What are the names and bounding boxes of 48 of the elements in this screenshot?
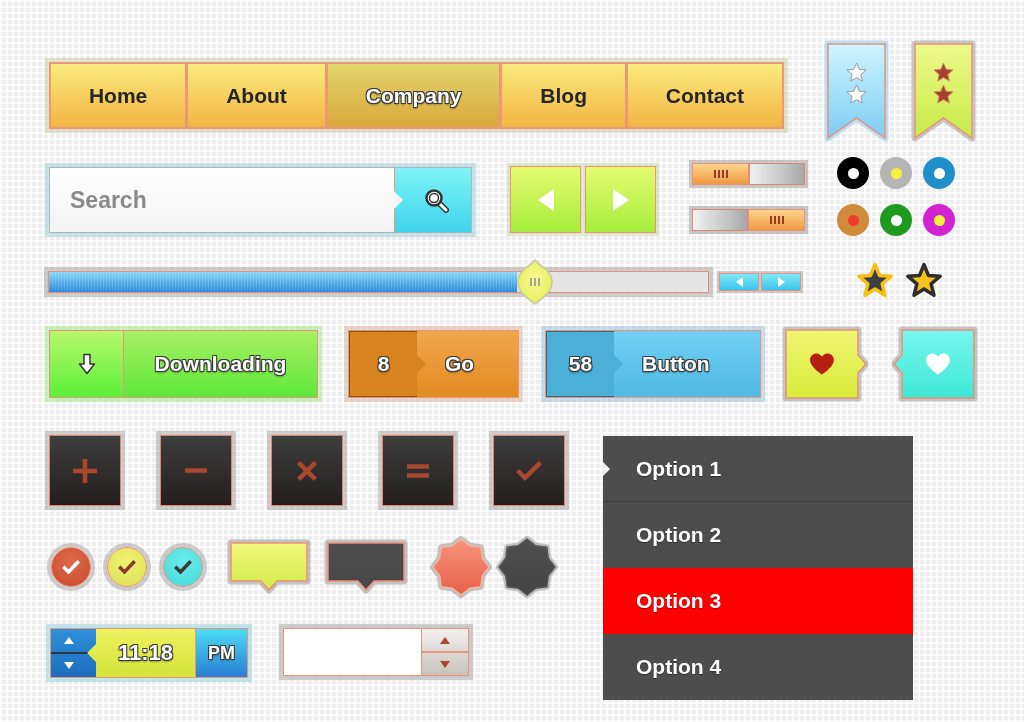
minus-button[interactable]	[160, 435, 232, 506]
number-field[interactable]	[284, 629, 421, 675]
toggle-switch[interactable]	[692, 163, 805, 185]
heart-button[interactable]	[782, 326, 868, 402]
starburst-icon	[429, 535, 493, 599]
left-triangle-icon	[735, 277, 743, 287]
right-triangle-icon	[612, 188, 629, 211]
down-arrow-icon	[77, 353, 96, 375]
menu-item[interactable]: Option 4	[603, 634, 913, 700]
nav-tab[interactable]: About	[185, 64, 325, 127]
search-bar[interactable]: Search	[49, 167, 472, 233]
plus-button[interactable]	[49, 435, 121, 506]
down-triangle-icon	[440, 660, 450, 668]
nav-tab[interactable]: Home	[51, 64, 186, 127]
up-triangle-icon	[64, 637, 74, 644]
menu-item[interactable]: Option 1	[603, 436, 913, 502]
nav-tab[interactable]: Contact	[624, 64, 782, 127]
nav-tab[interactable]: Blog	[499, 64, 625, 127]
equals-icon	[407, 463, 429, 478]
star-icon	[905, 262, 943, 298]
round-checkbox[interactable]	[51, 547, 91, 587]
menu-item[interactable]: Option 2	[603, 502, 913, 568]
toggle-switch[interactable]	[692, 209, 805, 231]
search-button[interactable]	[394, 168, 471, 232]
menu-item[interactable]: Option 3	[603, 568, 913, 634]
down-triangle-icon	[64, 662, 74, 669]
equals-button[interactable]	[382, 435, 454, 506]
left-triangle-icon	[537, 188, 554, 211]
grip-icon	[713, 170, 728, 178]
slider-thumb[interactable]	[516, 259, 553, 305]
count-badge: 58	[546, 331, 623, 397]
close-button[interactable]	[271, 435, 343, 506]
right-triangle-icon	[777, 277, 785, 287]
heart-icon	[810, 353, 834, 375]
heart-icon	[926, 353, 950, 375]
count-badge: 8	[349, 331, 426, 397]
round-checkbox[interactable]	[107, 547, 147, 587]
check-button[interactable]	[493, 435, 565, 506]
round-checkbox[interactable]	[163, 547, 203, 587]
plus-icon	[73, 458, 97, 483]
close-icon	[297, 460, 317, 481]
search-icon	[423, 187, 449, 213]
up-triangle-icon	[440, 636, 450, 644]
check-icon	[516, 460, 542, 481]
star-icon	[856, 262, 894, 298]
grip-icon	[769, 216, 784, 224]
minus-icon	[185, 468, 207, 473]
starburst-icon	[495, 535, 559, 599]
